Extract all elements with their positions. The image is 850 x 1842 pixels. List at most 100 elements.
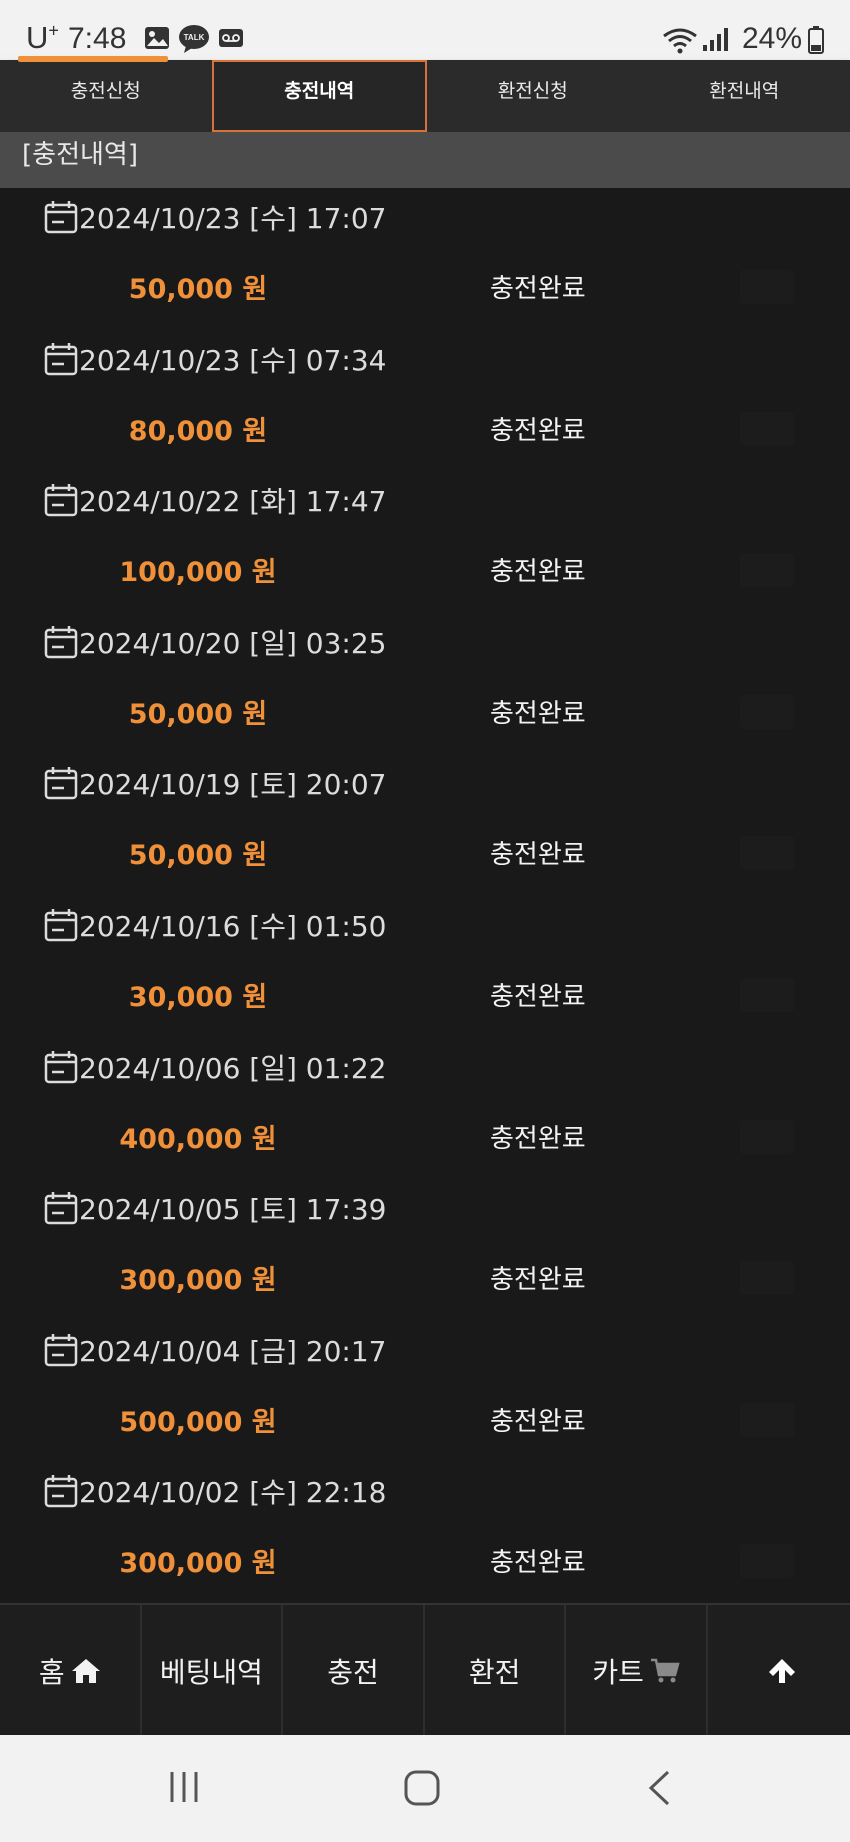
entry-datetime: 2024/10/22 [화] 17:47	[79, 485, 387, 519]
entry-action-placeholder	[740, 1261, 794, 1296]
entry-action-placeholder	[740, 270, 794, 304]
date-row: 2024/10/20 [일] 03:25	[44, 622, 386, 662]
amount-text: 300,000 원	[119, 1265, 277, 1297]
amount-text: 80,000 원	[128, 415, 268, 447]
back-chevron-icon	[648, 1770, 670, 1806]
amount-text: 100,000 원	[119, 557, 277, 589]
date-row: 2024/10/04 [금] 20:17	[44, 1330, 386, 1370]
entry-datetime: 2024/10/19 [토] 20:07	[79, 768, 387, 802]
list-item: 2024/10/02 [수] 22:18 300,000 원 충전완료	[0, 1462, 850, 1604]
home-system-button[interactable]	[403, 1769, 441, 1811]
talk-icon: TALK	[178, 24, 210, 59]
nav-cart-button[interactable]: 카트	[566, 1605, 708, 1737]
entry-datetime: 2024/10/02 [수] 22:18	[79, 1476, 387, 1510]
entry-action-placeholder	[740, 836, 794, 871]
cart-icon	[650, 1658, 680, 1683]
list-item: 2024/10/20 [일] 03:25 50,000 원 충전완료	[0, 613, 850, 755]
date-row: 2024/10/19 [토] 20:07	[44, 763, 386, 803]
entry-status: 충전완료	[490, 1123, 586, 1154]
tab-label: 충전신청	[70, 79, 141, 102]
calendar-icon	[44, 1475, 78, 1508]
entry-action-placeholder	[740, 411, 794, 446]
section-header: [충전내역]	[0, 132, 850, 188]
date-row: 2024/10/23 [수] 07:34	[44, 339, 386, 379]
calendar-icon	[44, 342, 78, 375]
tab-charge-history[interactable]: 충전내역	[211, 60, 427, 132]
nav-bets-label: 베팅내역	[159, 1656, 263, 1689]
amount-text: 50,000 원	[128, 698, 268, 730]
list-item: 2024/10/23 [수] 07:34 80,000 원 충전완료	[0, 330, 850, 472]
entry-status: 충전완료	[490, 1548, 586, 1579]
date-row: 2024/10/16 [수] 01:50	[44, 905, 386, 945]
logo-peek	[18, 56, 168, 62]
calendar-icon	[44, 1192, 78, 1225]
date-row: 2024/10/06 [일] 01:22	[44, 1047, 386, 1087]
tab-exchange-request[interactable]: 환전신청	[427, 60, 639, 132]
entry-status: 충전완료	[490, 840, 586, 871]
entry-datetime: 2024/10/04 [금] 20:17	[79, 1334, 387, 1368]
calendar-icon	[44, 1050, 78, 1083]
entry-action-placeholder	[740, 1544, 794, 1579]
carrier-sup: +	[48, 20, 59, 41]
list-item: 2024/10/06 [일] 01:22 400,000 원 충전완료	[0, 1038, 850, 1180]
nav-home-button[interactable]: 홈	[0, 1605, 142, 1737]
entry-datetime: 2024/10/06 [일] 01:22	[79, 1051, 387, 1085]
list-item: 2024/10/19 [토] 20:07 50,000 원 충전완료	[0, 754, 850, 896]
entry-action-placeholder	[740, 1119, 794, 1154]
list-item: 2024/10/05 [토] 17:39 300,000 원 충전완료	[0, 1179, 850, 1321]
nav-exchange-label: 환전	[468, 1656, 521, 1689]
calendar-icon	[44, 484, 78, 517]
nav-bets-button[interactable]: 베팅내역	[142, 1605, 284, 1737]
date-row: 2024/10/05 [토] 17:39	[44, 1188, 386, 1228]
nav-charge-label: 충전	[327, 1656, 379, 1689]
section-title: [충전내역]	[22, 140, 138, 170]
battery-percent: 24%	[741, 22, 802, 55]
list-item: 2024/10/04 [금] 20:17 500,000 원 충전완료	[0, 1321, 850, 1463]
entry-action-placeholder	[740, 1402, 794, 1437]
nav-home-label: 홈	[38, 1656, 65, 1689]
nav-charge-button[interactable]: 충전	[283, 1605, 425, 1737]
gallery-icon	[144, 26, 170, 55]
date-row: 2024/10/22 [화] 17:47	[44, 480, 386, 520]
calendar-icon	[44, 908, 78, 942]
tab-label: 환전신청	[497, 79, 568, 102]
recent-apps-button[interactable]	[166, 1769, 202, 1809]
calendar-icon	[44, 201, 78, 234]
nav-cart-label: 카트	[592, 1656, 644, 1689]
bottom-nav: 홈 베팅내역 충전 환전 카트	[0, 1603, 850, 1737]
home-icon	[71, 1659, 100, 1683]
entry-datetime: 2024/10/16 [수] 01:50	[79, 909, 387, 943]
date-row: 2024/10/23 [수] 17:07	[44, 197, 386, 237]
tab-charge-request[interactable]: 충전신청	[0, 60, 212, 132]
entry-status: 충전완료	[490, 1406, 586, 1437]
tab-exchange-history[interactable]: 환전내역	[639, 60, 850, 132]
carrier-label: U+	[26, 20, 59, 56]
amount-text: 30,000 원	[128, 981, 268, 1013]
list-item: 2024/10/16 [수] 01:50 30,000 원 충전완료	[0, 896, 850, 1038]
entry-datetime: 2024/10/20 [일] 03:25	[79, 626, 387, 660]
list-item: 2024/10/23 [수] 17:07 50,000 원 충전완료	[0, 188, 850, 330]
entry-status: 충전완료	[490, 698, 586, 729]
entry-status: 충전완료	[490, 274, 586, 304]
charge-history-list: 2024/10/23 [수] 17:07 50,000 원 충전완료 2024/…	[0, 188, 850, 1604]
entry-datetime: 2024/10/23 [수] 07:34	[79, 343, 387, 377]
entry-status: 충전완료	[490, 981, 586, 1012]
entry-status: 충전완료	[490, 1265, 586, 1296]
back-button[interactable]	[646, 1769, 672, 1811]
status-bar: U+ 7:48 TALK 24%	[0, 0, 850, 60]
calendar-icon	[44, 625, 78, 659]
system-nav-bar	[0, 1735, 850, 1842]
talk-label: TALK	[184, 33, 205, 42]
battery-icon	[808, 26, 824, 59]
amount-text: 400,000 원	[119, 1123, 277, 1155]
amount-text: 50,000 원	[128, 274, 268, 305]
entry-datetime: 2024/10/05 [토] 17:39	[79, 1193, 387, 1227]
calendar-icon	[44, 1333, 78, 1366]
tab-label: 충전내역	[284, 79, 355, 102]
carrier-text: U	[26, 20, 49, 55]
nav-exchange-button[interactable]: 환전	[425, 1605, 567, 1737]
entry-action-placeholder	[740, 694, 794, 729]
scroll-top-button[interactable]	[708, 1605, 850, 1737]
amount-text: 500,000 원	[119, 1406, 277, 1438]
entry-action-placeholder	[740, 977, 794, 1012]
